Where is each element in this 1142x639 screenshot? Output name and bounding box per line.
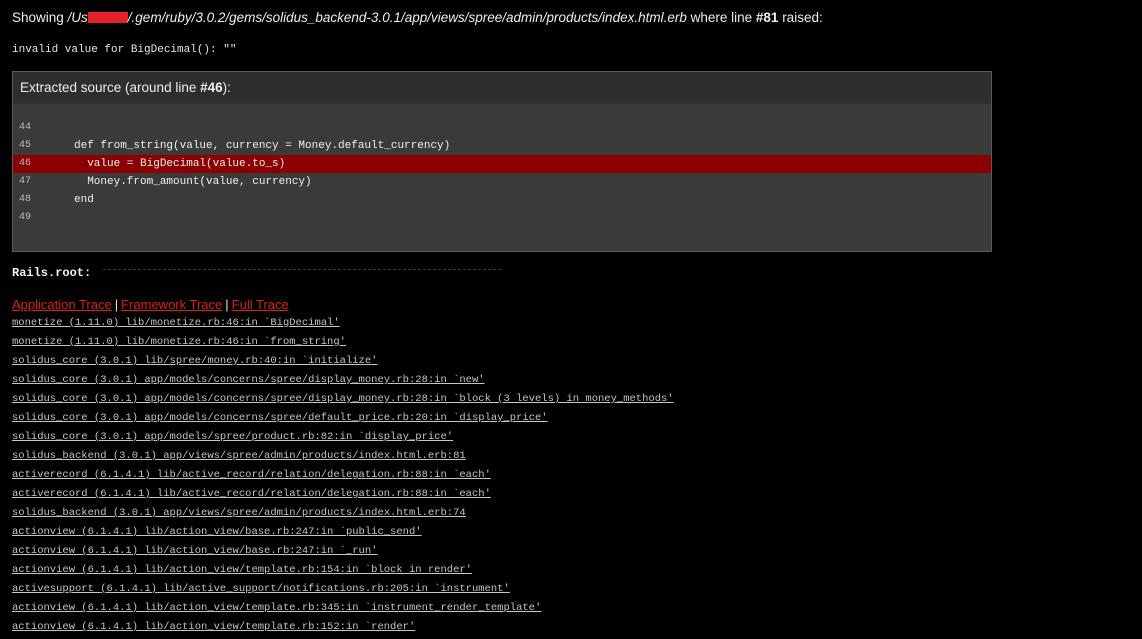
tab-framework-trace[interactable]: Framework Trace — [121, 297, 222, 312]
trace-frame-link[interactable]: activerecord (6.1.4.1) lib/active_record… — [12, 468, 674, 487]
line-code: Money.from_amount(value, currency) — [74, 176, 312, 188]
trace-frame-link[interactable]: monetize (1.11.0) lib/monetize.rb:46:in … — [12, 335, 674, 354]
application-trace-list: monetize (1.11.0) lib/monetize.rb:46:in … — [12, 316, 674, 639]
trace-frame-link[interactable]: solidus_backend (3.0.1) app/views/spree/… — [12, 506, 674, 525]
trace-frame-link[interactable]: activesupport (6.1.4.1) lib/active_suppo… — [12, 582, 674, 601]
trace-frame-link[interactable]: actionview (6.1.4.1) lib/action_view/tem… — [12, 620, 674, 639]
line-number: 45 — [19, 140, 32, 151]
trace-frame-link[interactable]: solidus_core (3.0.1) app/models/concerns… — [12, 392, 674, 411]
heading-middle: where line — [686, 10, 756, 25]
heading-suffix: raised: — [778, 10, 823, 25]
error-message: invalid value for BigDecimal(): "" — [12, 44, 237, 56]
line-number: 46 — [19, 158, 32, 169]
trace-frame-link[interactable]: monetize (1.11.0) lib/monetize.rb:46:in … — [12, 316, 674, 335]
line-code: value = BigDecimal(value.to_s) — [74, 158, 286, 170]
heading-prefix: Showing — [12, 10, 68, 25]
trace-tab-separator: | — [114, 297, 119, 312]
trace-frame-link[interactable]: solidus_core (3.0.1) app/models/spree/pr… — [12, 430, 674, 449]
source-line: 44 — [13, 119, 991, 137]
tab-application-trace[interactable]: Application Trace — [12, 297, 112, 312]
error-page: Showing /Us /.gem/ruby/3.0.2/gems/solidus… — [0, 0, 1142, 639]
trace-frame-link[interactable]: solidus_core (3.0.1) app/models/concerns… — [12, 411, 674, 430]
heading-path-start: /Us — [67, 10, 88, 25]
heading-path: /.gem/ruby/3.0.2/gems/solidus_backend-3.… — [127, 10, 687, 25]
trace-frame-link[interactable]: solidus_core (3.0.1) app/models/concerns… — [12, 373, 674, 392]
source-line: 48 end — [13, 191, 991, 209]
trace-frame-link[interactable]: solidus_core (3.0.1) lib/spree/money.rb:… — [12, 354, 674, 373]
source-title-line: #46 — [200, 80, 223, 95]
source-line: 49 — [13, 209, 991, 227]
line-code: end — [74, 194, 94, 206]
heading-line-number: #81 — [755, 10, 779, 25]
line-number: 49 — [19, 212, 32, 223]
source-code: 44 45 def from_string(value, currency = Mo… — [13, 104, 991, 251]
source-line-highlighted: 46 value = BigDecimal(value.to_s) — [13, 155, 991, 173]
trace-frame-link[interactable]: actionview (6.1.4.1) lib/action_view/bas… — [12, 544, 674, 563]
source-line: 47 Money.from_amount(value, currency) — [13, 173, 991, 191]
extracted-source-panel: Extracted source (around line #46): 44 45… — [12, 71, 992, 252]
trace-frame-link[interactable]: activerecord (6.1.4.1) lib/active_record… — [12, 487, 674, 506]
source-title-prefix: Extracted source (around line — [20, 80, 201, 95]
line-number: 48 — [19, 194, 32, 205]
line-code: def from_string(value, currency = Money.… — [74, 140, 451, 152]
rails-root-label: Rails.root: — [12, 266, 92, 280]
source-line: 45 def from_string(value, currency = Mone… — [13, 137, 991, 155]
line-number: 44 — [19, 122, 32, 133]
redaction-mark — [87, 12, 128, 23]
trace-frame-link[interactable]: actionview (6.1.4.1) lib/action_view/tem… — [12, 601, 674, 620]
trace-tab-separator: | — [225, 297, 229, 312]
tab-full-trace[interactable]: Full Trace — [232, 297, 289, 312]
trace-tabs: Application Trace | Framework Trace | Full T… — [12, 297, 289, 312]
source-title-suffix: ): — [222, 80, 231, 95]
extracted-source-title: Extracted source (around line #46): — [13, 72, 991, 103]
error-heading: Showing /Us /.gem/ruby/3.0.2/gems/solidus… — [12, 10, 823, 25]
line-number: 47 — [19, 176, 32, 187]
redacted-rails-root — [103, 269, 501, 282]
trace-frame-link[interactable]: actionview (6.1.4.1) lib/action_view/tem… — [12, 563, 674, 582]
trace-frame-link[interactable]: actionview (6.1.4.1) lib/action_view/bas… — [12, 525, 674, 544]
trace-frame-link[interactable]: solidus_backend (3.0.1) app/views/spree/… — [12, 449, 674, 468]
